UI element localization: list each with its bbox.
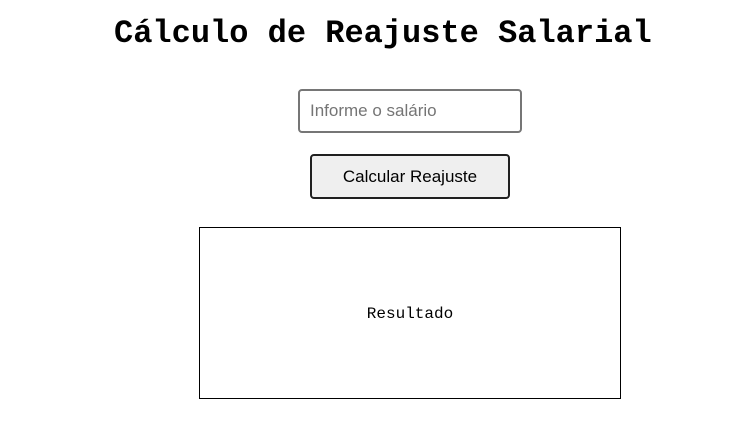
page-title: Cálculo de Reajuste Salarial: [114, 15, 652, 52]
result-box: Resultado: [199, 227, 621, 399]
calculate-adjustment-button[interactable]: Calcular Reajuste: [310, 154, 510, 199]
salary-input[interactable]: [298, 89, 522, 133]
result-text: Resultado: [366, 305, 454, 323]
